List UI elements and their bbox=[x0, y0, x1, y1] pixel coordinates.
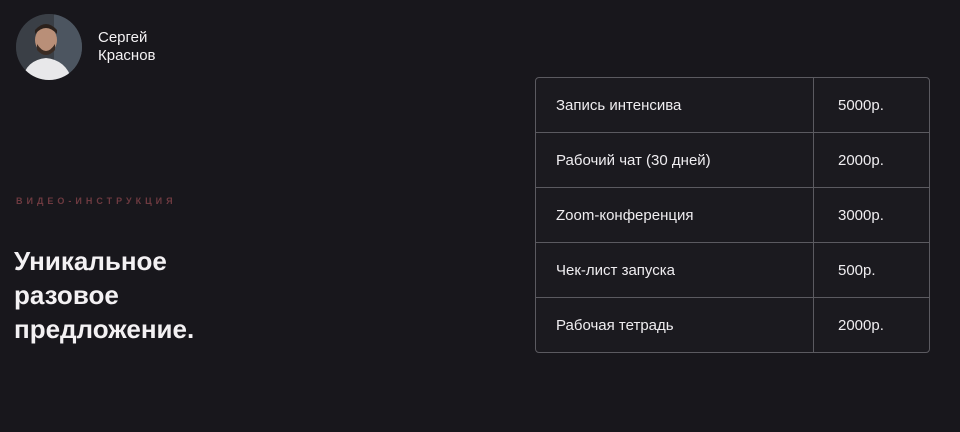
table-row: Запись интенсива 5000р. bbox=[536, 78, 929, 133]
item-price-cell: 2000р. bbox=[838, 151, 884, 169]
headline: Уникальное разовое предложение. bbox=[14, 244, 194, 346]
item-name-cell: Рабочая тетрадь bbox=[536, 298, 814, 352]
item-name-cell: Zoom-конференция bbox=[536, 188, 814, 242]
author-photo bbox=[16, 14, 82, 80]
avatar bbox=[16, 14, 82, 80]
item-price-cell: 500р. bbox=[838, 261, 876, 279]
item-price-cell: 3000р. bbox=[838, 206, 884, 224]
table-row: Zoom-конференция 3000р. bbox=[536, 188, 929, 243]
headline-line: разовое bbox=[14, 280, 119, 310]
author-name: Сергей Краснов bbox=[98, 29, 156, 65]
table-row: Чек-лист запуска 500р. bbox=[536, 243, 929, 298]
headline-line: предложение. bbox=[14, 314, 195, 344]
item-name-cell: Запись интенсива bbox=[536, 78, 814, 132]
author-last-name: Краснов bbox=[98, 47, 156, 64]
table-row: Рабочий чат (30 дней) 2000р. bbox=[536, 133, 929, 188]
table-row: Рабочая тетрадь 2000р. bbox=[536, 298, 929, 352]
author-block: Сергей Краснов bbox=[16, 14, 156, 80]
author-first-name: Сергей bbox=[98, 29, 148, 46]
price-table: Запись интенсива 5000р. Рабочий чат (30 … bbox=[535, 77, 930, 353]
item-name-cell: Рабочий чат (30 дней) bbox=[536, 133, 814, 187]
headline-line: Уникальное bbox=[14, 246, 167, 276]
item-price-cell: 2000р. bbox=[838, 316, 884, 334]
item-price-cell: 5000р. bbox=[838, 96, 884, 114]
section-eyebrow: ВИДЕО-ИНСТРУКЦИЯ bbox=[16, 196, 177, 206]
item-name-cell: Чек-лист запуска bbox=[536, 243, 814, 297]
